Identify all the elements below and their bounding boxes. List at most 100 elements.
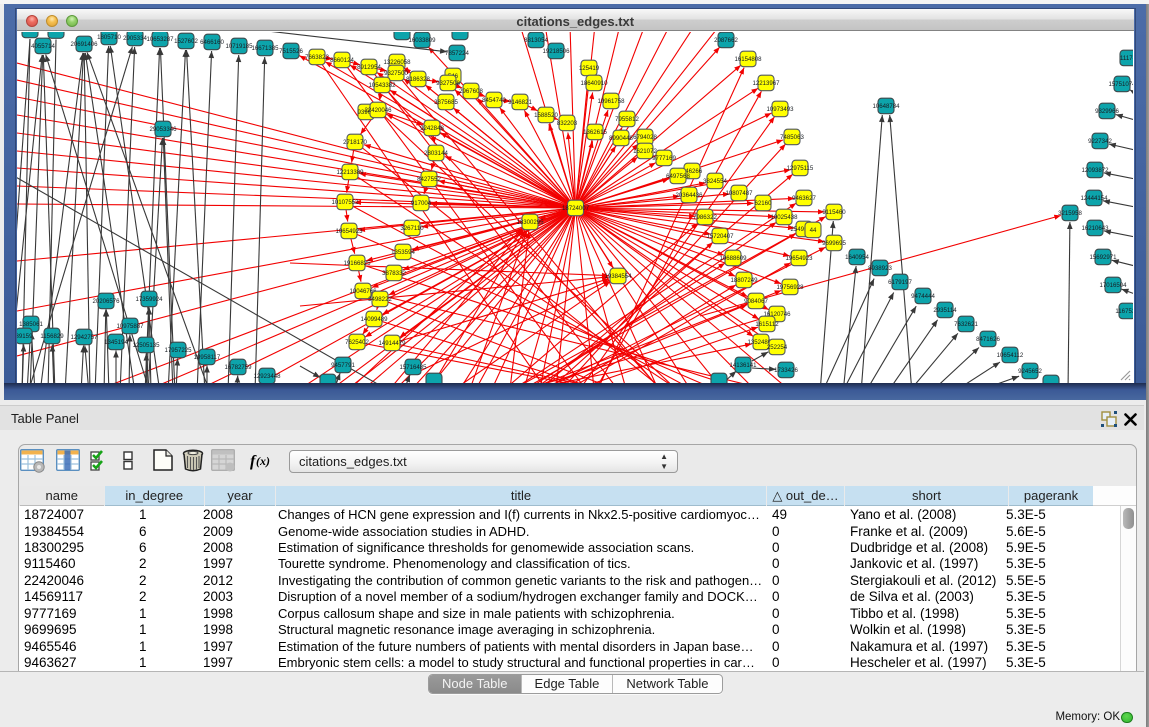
svg-text:917004: 917004 (411, 200, 432, 207)
svg-text:15692971: 15692971 (1089, 254, 1117, 261)
svg-text:1385061: 1385061 (19, 321, 43, 328)
svg-text:1362615: 1362615 (583, 129, 607, 136)
svg-text:7986322: 7986322 (693, 214, 717, 221)
svg-text:12975115: 12975115 (787, 165, 814, 172)
svg-text:18807249: 18807249 (730, 277, 758, 284)
svg-text:9245652: 9245652 (1018, 368, 1042, 375)
svg-text:12213967: 12213967 (752, 80, 780, 87)
svg-text:6794028: 6794028 (633, 134, 657, 141)
svg-text:12923448: 12923448 (253, 373, 281, 380)
svg-text:4055714: 4055714 (31, 43, 55, 50)
svg-text:1805710: 1805710 (97, 34, 121, 41)
svg-text:1156829: 1156829 (40, 333, 64, 340)
svg-text:10654923: 10654923 (335, 228, 363, 235)
svg-text:9474444: 9474444 (911, 293, 935, 300)
svg-text:832203: 832203 (557, 120, 578, 127)
svg-text:3824554: 3824554 (703, 178, 727, 185)
svg-text:1345194: 1345194 (104, 339, 128, 346)
svg-text:62160: 62160 (755, 200, 773, 207)
svg-text:12942757: 12942757 (70, 334, 98, 341)
svg-text:2935114: 2935114 (933, 307, 957, 314)
svg-text:18300295: 18300295 (516, 219, 544, 226)
svg-text:125419: 125419 (579, 65, 600, 72)
svg-text:8990448: 8990448 (609, 135, 633, 142)
svg-text:8454749: 8454749 (482, 97, 506, 104)
svg-text:10653287: 10653287 (146, 36, 174, 43)
svg-text:14136141: 14136141 (729, 362, 757, 369)
svg-text:2967608: 2967608 (459, 88, 483, 95)
svg-text:3215958: 3215958 (1058, 210, 1082, 217)
svg-text:16210643: 16210643 (1081, 225, 1109, 232)
svg-text:2718170: 2718170 (343, 139, 367, 146)
svg-text:19166825: 19166825 (343, 260, 371, 267)
svg-text:10958117: 10958117 (194, 354, 221, 361)
svg-text:15751074: 15751074 (1108, 81, 1133, 88)
svg-text:9227342: 9227342 (1088, 138, 1112, 145)
svg-text:12505135: 12505135 (132, 342, 160, 349)
svg-text:10688609: 10688609 (719, 255, 747, 262)
svg-text:16782759: 16782759 (224, 364, 252, 371)
svg-text:10719185: 10719185 (225, 43, 253, 50)
svg-text:9327500: 9327500 (384, 70, 408, 77)
svg-text:10648784: 10648784 (872, 103, 900, 110)
svg-text:19384554: 19384554 (604, 273, 632, 280)
svg-text:10654112: 10654112 (997, 352, 1024, 359)
svg-text:6179197: 6179197 (888, 279, 912, 286)
svg-text:14914479: 14914479 (378, 340, 406, 347)
svg-text:9457791: 9457791 (331, 362, 355, 369)
svg-text:3875685: 3875685 (434, 99, 458, 106)
svg-text:10961758: 10961758 (597, 98, 625, 105)
svg-text:7625402: 7625402 (345, 339, 369, 346)
svg-text:9084067: 9084067 (744, 298, 768, 305)
svg-text:3878332: 3878332 (382, 270, 406, 277)
svg-text:1640954: 1640954 (845, 254, 869, 261)
svg-text:7515526: 7515526 (279, 48, 303, 55)
svg-text:7663822: 7663822 (305, 54, 329, 61)
svg-text:18724007: 18724007 (562, 205, 590, 212)
svg-text:9699695: 9699695 (822, 240, 846, 247)
svg-text:11174: 11174 (1120, 55, 1133, 62)
svg-text:1733426: 1733426 (774, 367, 798, 374)
svg-text:9329966: 9329966 (1095, 108, 1119, 115)
svg-text:16154808: 16154808 (734, 56, 762, 63)
svg-text:14099489: 14099489 (360, 316, 388, 323)
svg-text:9146821: 9146821 (508, 99, 532, 106)
svg-text:6497568: 6497568 (666, 173, 690, 180)
svg-text:16033809: 16033809 (408, 37, 436, 44)
svg-text:10025438: 10025438 (770, 214, 798, 221)
svg-text:15720407: 15720407 (706, 233, 734, 240)
svg-text:15716485: 15716485 (399, 364, 427, 371)
svg-text:10543382: 10543382 (368, 82, 396, 89)
svg-text:29053346: 29053346 (149, 126, 177, 133)
svg-text:7632621: 7632621 (954, 321, 978, 328)
svg-text:39159: 39159 (17, 333, 33, 340)
svg-text:9463627: 9463627 (792, 195, 816, 202)
svg-text:19756928: 19756928 (776, 284, 804, 291)
svg-text:10973493: 10973493 (766, 106, 794, 113)
svg-text:18640910: 18640910 (580, 80, 608, 87)
svg-text:7955812: 7955812 (615, 116, 639, 123)
svg-text:19218506: 19218506 (542, 48, 570, 55)
svg-text:8912954: 8912954 (357, 64, 381, 71)
svg-text:3498222: 3498222 (368, 296, 392, 303)
svg-text:3267110: 3267110 (400, 225, 424, 232)
svg-text:8186328: 8186328 (406, 76, 430, 83)
svg-text:17957225: 17957225 (164, 347, 192, 354)
svg-text:1527602: 1527602 (174, 38, 198, 45)
svg-text:8660124: 8660124 (330, 57, 354, 64)
svg-text:10107552: 10107552 (331, 199, 359, 206)
svg-text:1353594: 1353594 (391, 249, 415, 256)
svg-text:1167531: 1167531 (1115, 308, 1133, 315)
svg-text:9115460: 9115460 (822, 209, 846, 216)
svg-text:12093872: 12093872 (1081, 167, 1109, 174)
svg-text:8471626: 8471626 (976, 336, 1000, 343)
svg-text:2087662: 2087662 (714, 37, 738, 44)
svg-text:1615112: 1615112 (755, 321, 779, 328)
svg-text:17359924: 17359924 (135, 296, 163, 303)
svg-text:9242848: 9242848 (420, 125, 444, 132)
svg-text:22420046: 22420046 (364, 107, 392, 114)
svg-text:2905334: 2905334 (123, 35, 147, 42)
svg-text:44: 44 (810, 227, 817, 234)
svg-text:12444154: 12444154 (1080, 195, 1108, 202)
svg-text:9777169: 9777169 (652, 155, 676, 162)
